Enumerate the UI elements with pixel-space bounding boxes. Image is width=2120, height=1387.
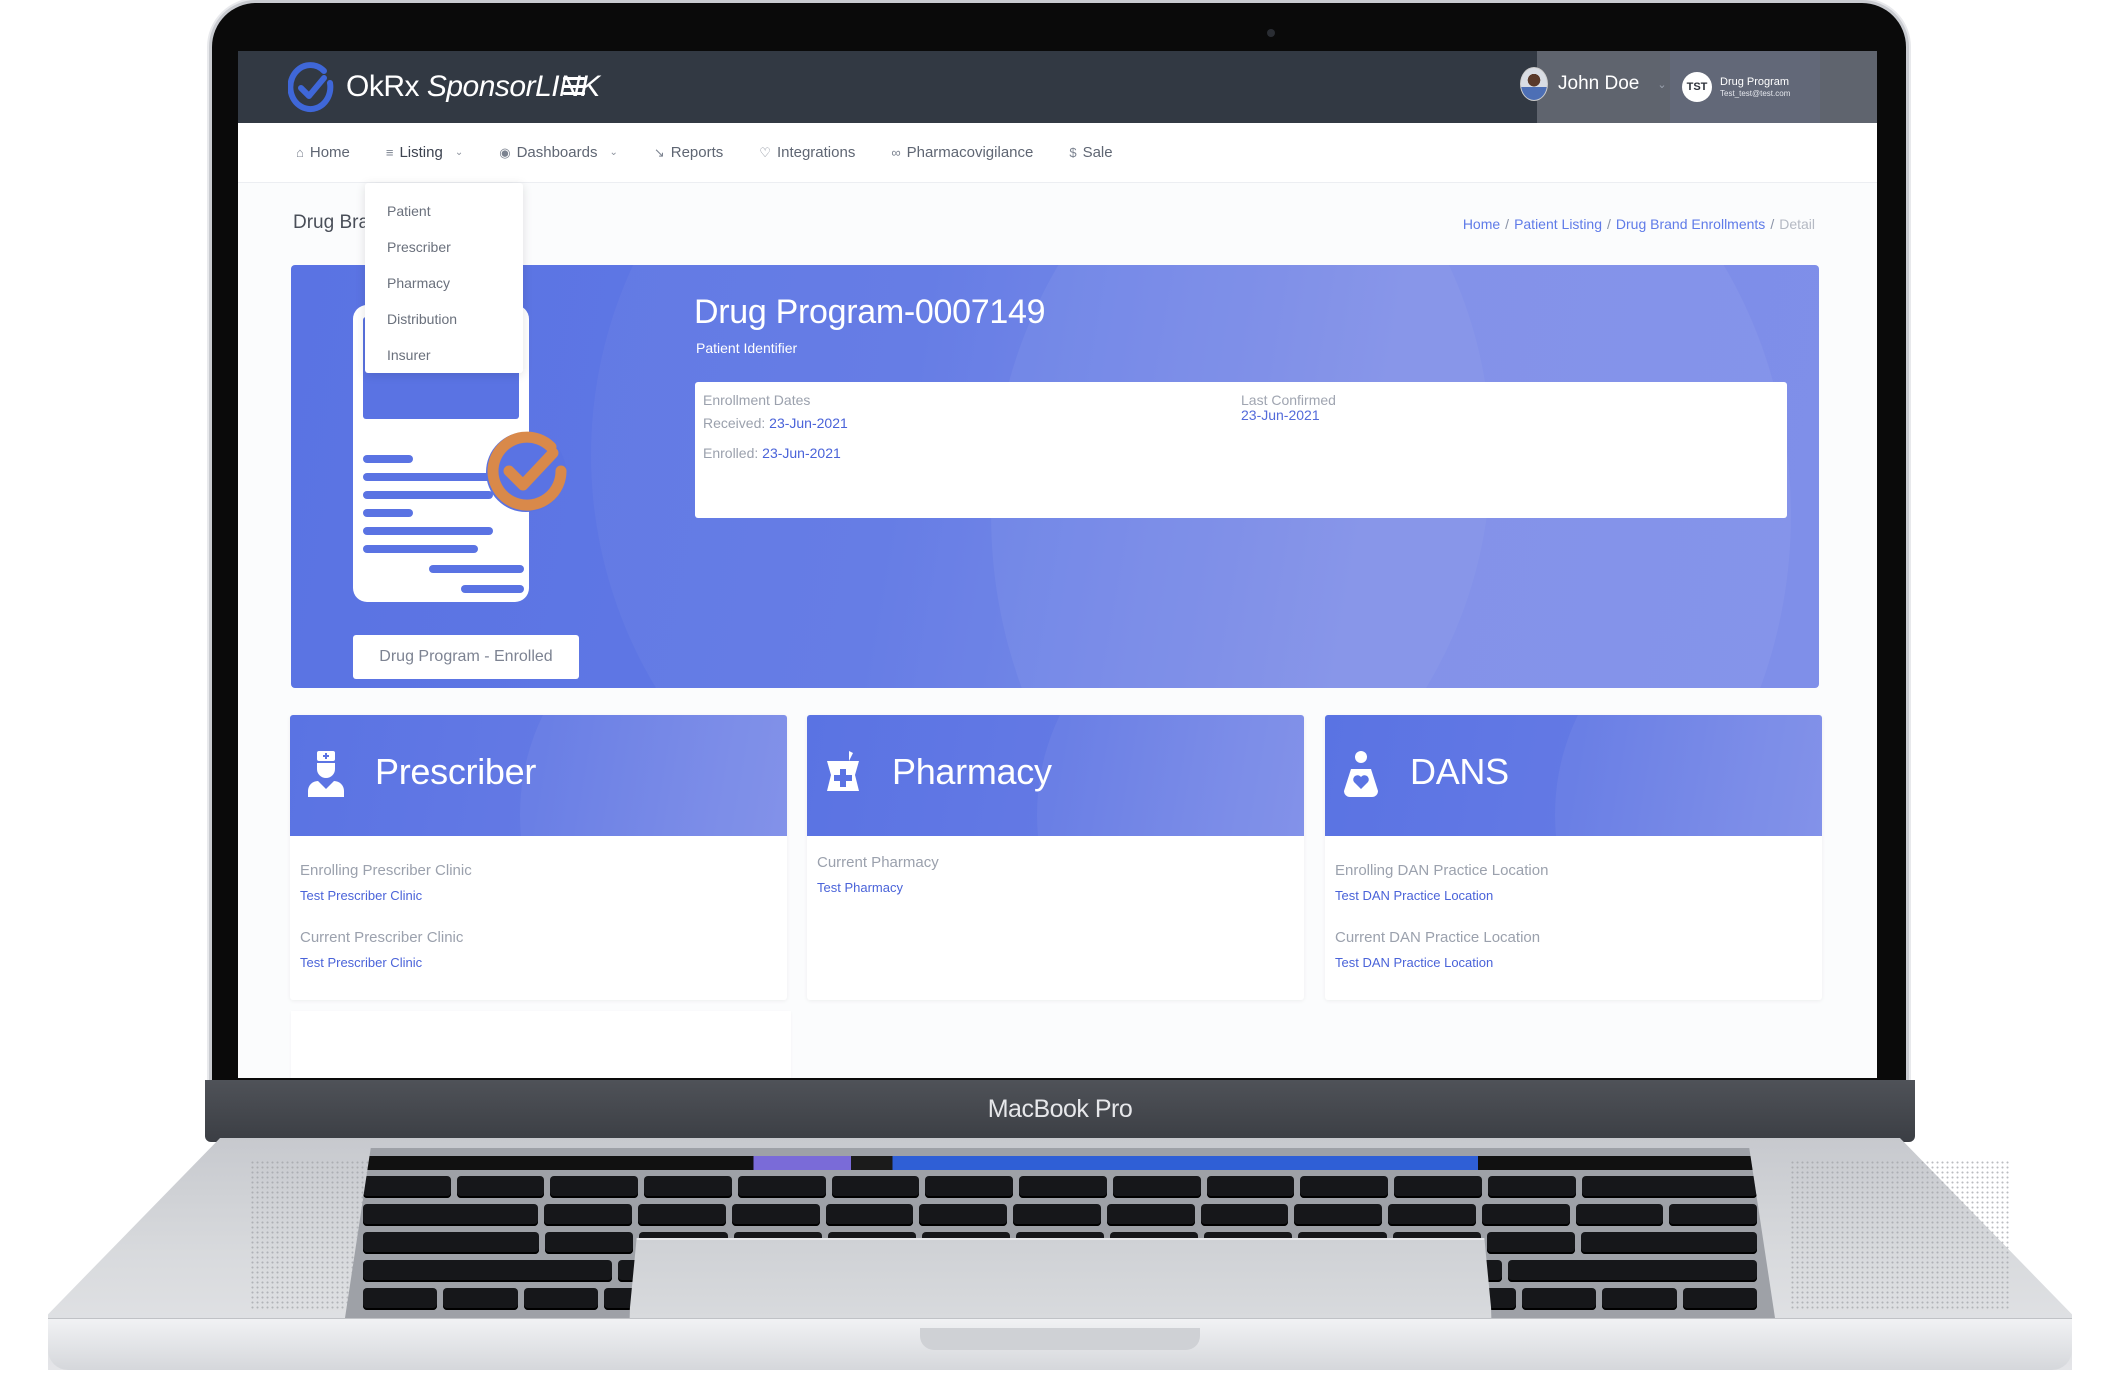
trackpad	[628, 1238, 1493, 1328]
breadcrumb-patient-listing[interactable]: Patient Listing	[1514, 216, 1602, 232]
card-title: Pharmacy	[892, 751, 1052, 792]
card-title: DANS	[1410, 751, 1509, 792]
touch-bar	[363, 1156, 1757, 1170]
lower-panel	[291, 1011, 791, 1078]
last-confirmed-label: Last Confirmed	[1241, 392, 1336, 408]
last-confirmed-value: 23-Jun-2021	[1241, 407, 1320, 423]
laptop-chin: MacBook Pro	[205, 1080, 1915, 1142]
check-badge-icon	[486, 431, 567, 512]
listing-dropdown-menu: Patient Prescriber Pharmacy Distribution…	[365, 183, 523, 373]
home-icon: ⌂	[296, 145, 304, 160]
menu-item-insurer[interactable]: Insurer	[365, 337, 523, 373]
current-dan-location-link[interactable]: Test DAN Practice Location	[1335, 955, 1812, 970]
doctor-icon	[308, 751, 344, 797]
dollar-icon: $	[1069, 145, 1077, 160]
breadcrumb: Home / Patient Listing / Drug Brand Enro…	[1462, 216, 1815, 232]
received-date-row: Received: 23-Jun-2021	[703, 415, 848, 431]
card-title: Prescriber	[375, 751, 537, 792]
menu-item-patient[interactable]: Patient	[365, 193, 523, 229]
field: Enrolling Prescriber Clinic Test Prescri…	[300, 862, 777, 903]
main-nav: ⌂ Home ≡ Listing ⌄ ◉ Dashboards ⌄ ↘ Repo…	[238, 123, 1877, 183]
breadcrumb-drug-brand-enrollments[interactable]: Drug Brand Enrollments	[1616, 216, 1765, 232]
list-icon: ≡	[385, 145, 394, 160]
app-screen: OkRx SponsorLINK John Doe ⌄ TST Drug Pro…	[238, 51, 1877, 1078]
dans-card: DANS Enrolling DAN Practice Location Tes…	[1325, 715, 1822, 1000]
org-badge: TST	[1682, 72, 1712, 102]
menu-item-prescriber[interactable]: Prescriber	[365, 229, 523, 265]
chevron-down-icon: ⌄	[609, 147, 618, 158]
device-label: MacBook Pro	[987, 1095, 1133, 1123]
menu-item-pharmacy[interactable]: Pharmacy	[365, 265, 523, 301]
enrolling-dan-location-link[interactable]: Test DAN Practice Location	[1335, 888, 1812, 903]
speaker-grille-right	[1790, 1160, 2010, 1310]
org-name: Drug Program	[1720, 75, 1790, 88]
breadcrumb-current: Detail	[1779, 216, 1815, 232]
shield-icon: ♡	[759, 144, 771, 160]
pharmacy-card: Pharmacy Current Pharmacy Test Pharmacy	[807, 715, 1304, 1000]
org-email: Test_test@test.com	[1720, 88, 1791, 98]
field: Current Pharmacy Test Pharmacy	[817, 854, 1294, 895]
nav-pharmacovigilance[interactable]: ∞ Pharmacovigilance	[891, 144, 1033, 161]
enrolled-date-row: Enrolled: 23-Jun-2021	[703, 445, 841, 461]
breadcrumb-home[interactable]: Home	[1463, 216, 1500, 232]
nav-reports[interactable]: ↘ Reports	[654, 144, 723, 161]
patient-identifier-label: Patient Identifier	[696, 340, 798, 356]
avatar	[1520, 67, 1548, 101]
hamburger-icon	[563, 77, 585, 80]
enrollment-status-button[interactable]: Drug Program - Enrolled	[353, 635, 579, 679]
field: Enrolling DAN Practice Location Test DAN…	[1335, 862, 1812, 903]
brand-name-ok: OkRx	[346, 70, 420, 103]
prescriber-card: Prescriber Enrolling Prescriber Clinic T…	[290, 715, 787, 1000]
nav-dashboards[interactable]: ◉ Dashboards ⌄	[499, 144, 618, 161]
logo-check-icon	[288, 62, 334, 113]
chart-icon: ↘	[653, 144, 665, 160]
current-pharmacy-link[interactable]: Test Pharmacy	[817, 880, 1294, 895]
org-switcher[interactable]: TST Drug Program Test_test@test.com	[1670, 51, 1820, 123]
lid-opening-notch	[920, 1328, 1200, 1350]
top-header: OkRx SponsorLINK John Doe ⌄ TST Drug Pro…	[238, 51, 1877, 123]
received-date-value: 23-Jun-2021	[769, 415, 848, 431]
chevron-down-icon: ⌄	[454, 147, 464, 158]
field: Current Prescriber Clinic Test Prescribe…	[300, 929, 777, 970]
brand[interactable]: OkRx SponsorLINK	[288, 61, 600, 113]
enrollment-dates-label: Enrollment Dates	[703, 392, 811, 408]
chevron-down-icon: ⌄	[1657, 78, 1667, 91]
menu-item-distribution[interactable]: Distribution	[365, 301, 523, 337]
dashboard-icon: ◉	[499, 144, 511, 160]
enrolled-date-value: 23-Jun-2021	[762, 445, 841, 461]
enrolling-prescriber-link[interactable]: Test Prescriber Clinic	[300, 888, 777, 903]
user-name: John Doe	[1558, 73, 1640, 94]
enrollment-dates-panel: Enrollment Dates Received: 23-Jun-2021 E…	[695, 382, 1787, 518]
mortar-pestle-icon	[827, 751, 859, 791]
current-prescriber-link[interactable]: Test Prescriber Clinic	[300, 955, 777, 970]
menu-toggle-button[interactable]	[563, 77, 585, 95]
program-id-title: Drug Program-0007149	[694, 293, 1046, 331]
nav-home[interactable]: ⌂ Home	[296, 144, 350, 161]
nav-sale[interactable]: $ Sale	[1069, 144, 1112, 161]
link-icon: ∞	[891, 145, 901, 160]
camera	[1267, 29, 1275, 37]
user-menu[interactable]: John Doe ⌄	[1520, 67, 1667, 101]
person-heart-icon	[1344, 751, 1378, 797]
nav-integrations[interactable]: ♡ Integrations	[759, 144, 855, 161]
nav-listing[interactable]: ≡ Listing ⌄	[386, 144, 463, 161]
field: Current DAN Practice Location Test DAN P…	[1335, 929, 1812, 970]
